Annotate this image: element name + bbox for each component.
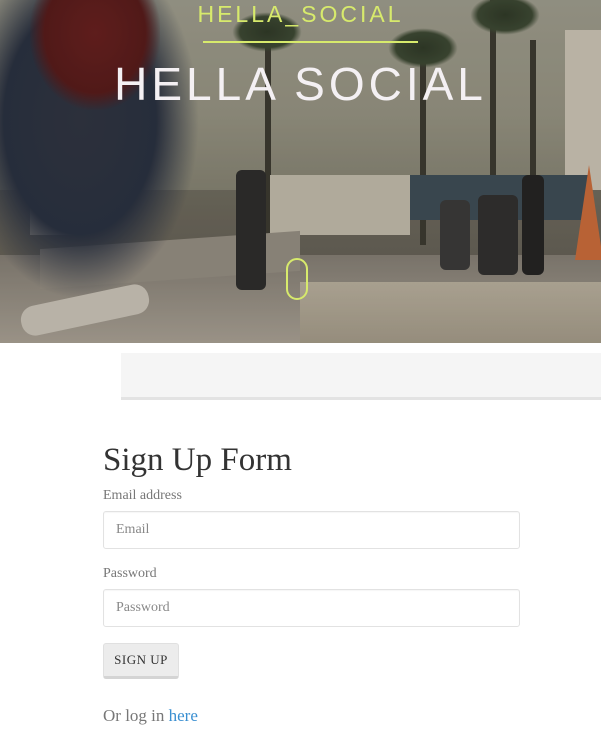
form-title: Sign Up Form <box>103 442 292 478</box>
scroll-down-icon[interactable] <box>286 258 308 300</box>
password-label: Password <box>103 566 157 581</box>
email-label: Email address <box>103 488 182 503</box>
site-title: HELLA SOCIAL <box>114 58 487 110</box>
brand-divider <box>203 41 418 43</box>
login-prompt: Or log in here <box>103 705 198 727</box>
login-prompt-text: Or log in <box>103 706 169 725</box>
email-field[interactable] <box>103 511 520 549</box>
navigation-bar <box>121 353 601 400</box>
password-field[interactable] <box>103 589 520 627</box>
hero-banner: HELLA_SOCIAL HELLA SOCIAL <box>0 0 601 343</box>
site-brand-small: HELLA_SOCIAL <box>197 1 404 27</box>
login-link[interactable]: here <box>169 706 198 725</box>
sign-up-button[interactable]: SIGN UP <box>103 643 179 679</box>
